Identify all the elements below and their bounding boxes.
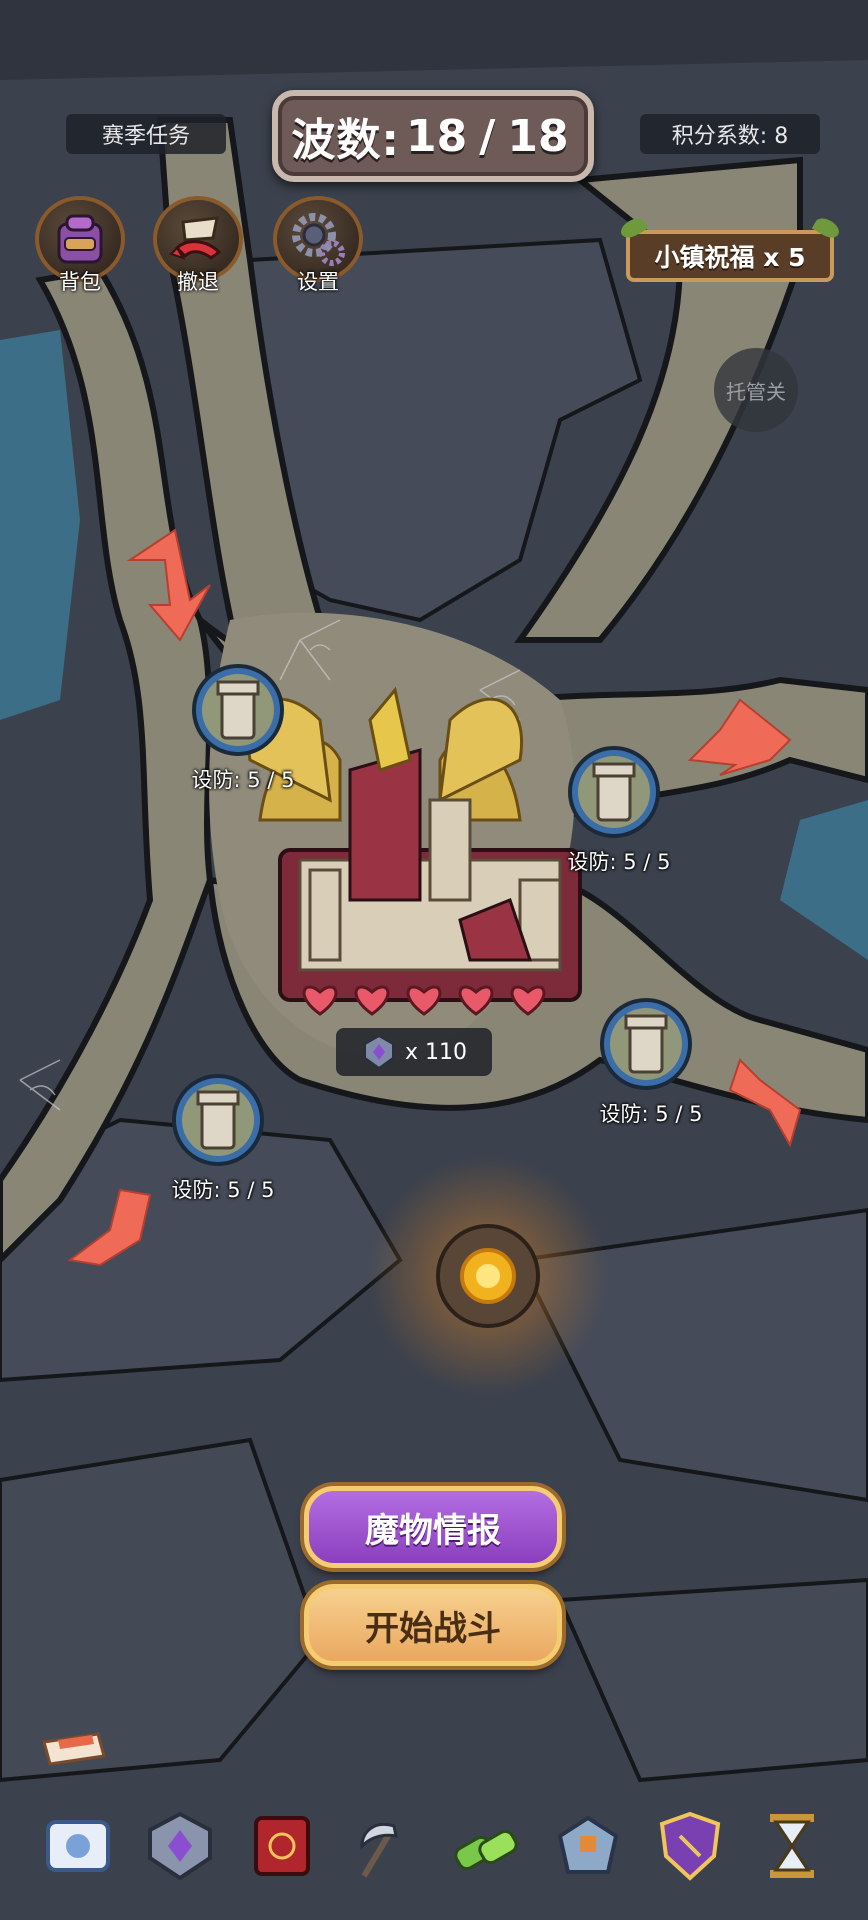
hourglass-icon[interactable]: [752, 1806, 832, 1886]
spellbook-icon[interactable]: [242, 1806, 322, 1886]
base-trophy-count: x 110: [336, 1028, 492, 1076]
rank-badge-icon: [363, 1034, 394, 1070]
retreat-button[interactable]: 撤退: [150, 196, 246, 300]
defense-tower-sw[interactable]: 设防: 5 / 5: [168, 1070, 278, 1202]
tower-icon: [568, 746, 660, 838]
defense-tower-se[interactable]: 设防: 5 / 5: [596, 994, 706, 1126]
monster-info-label: 魔物情报: [365, 1510, 501, 1551]
town-blessing-label: 小镇祝福 x 5: [654, 243, 806, 272]
town-blessing-badge[interactable]: 小镇祝福 x 5: [617, 214, 843, 282]
tower-icon: [172, 1074, 264, 1166]
base-count-value: x 110: [404, 1039, 467, 1065]
monster-info-button[interactable]: 魔物情报: [304, 1486, 562, 1568]
scythe-icon[interactable]: [344, 1806, 424, 1886]
season-task-label: 赛季任务: [101, 124, 190, 149]
start-battle-button[interactable]: 开始战斗: [304, 1584, 562, 1666]
tower-icon: [192, 664, 284, 756]
auto-manage-toggle[interactable]: 托管关: [714, 348, 798, 432]
wave-total: 18: [507, 110, 569, 162]
tower-defense-label: 设防: 5 / 5: [191, 768, 295, 792]
wave-label: 波数:: [291, 115, 401, 166]
wave-divider: /: [479, 110, 496, 162]
defense-tower-ne[interactable]: 设防: 5 / 5: [564, 742, 674, 874]
tower-icon: [600, 998, 692, 1090]
score-coefficient: 积分系数: 8: [640, 114, 820, 154]
season-task-button[interactable]: 赛季任务: [66, 114, 226, 154]
settings-button[interactable]: 设置: [270, 196, 366, 300]
retreat-label: 撤退: [177, 270, 219, 294]
settings-label: 设置: [297, 270, 339, 294]
shield-icon[interactable]: [650, 1806, 730, 1886]
tower-defense-label: 设防: 5 / 5: [599, 1102, 703, 1126]
bag-label: 背包: [59, 270, 101, 294]
tower-defense-label: 设防: 5 / 5: [171, 1178, 275, 1202]
auto-manage-label: 托管关: [726, 379, 786, 404]
defense-tower-nw[interactable]: 设防: 5 / 5: [188, 660, 298, 792]
start-battle-label: 开始战斗: [365, 1608, 501, 1649]
wave-current: 18: [406, 110, 468, 162]
score-coefficient-label: 积分系数: 8: [671, 124, 789, 149]
ticket-item-icon[interactable]: [38, 1720, 110, 1776]
bag-button[interactable]: 背包: [32, 196, 128, 300]
wave-counter: 波数: 18 / 18: [272, 90, 594, 182]
tower-defense-label: 设防: 5 / 5: [567, 850, 671, 874]
game-stage: 赛季任务 波数: 18 / 18 积分系数: 8 背包 撤退 设置 小镇祝福 x…: [0, 0, 868, 1920]
rune-stone-icon[interactable]: [548, 1806, 628, 1886]
potion-icon[interactable]: [446, 1806, 526, 1886]
rank-badge-icon[interactable]: [140, 1806, 220, 1886]
scroll-icon[interactable]: [38, 1806, 118, 1886]
